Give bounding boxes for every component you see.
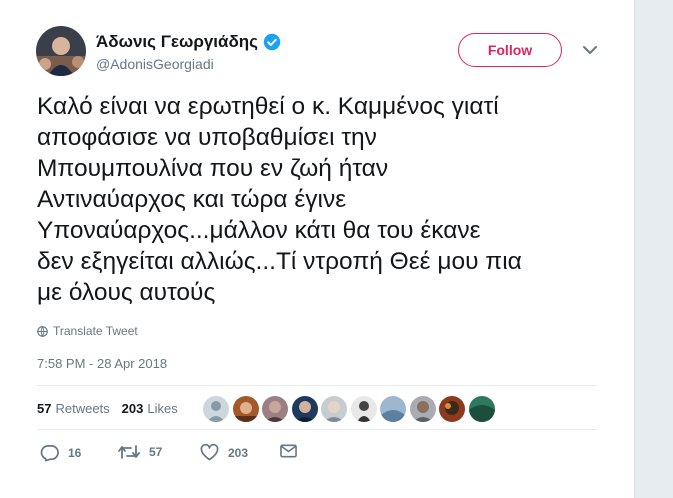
liker-avatar[interactable] <box>291 396 318 422</box>
liker-avatar[interactable] <box>321 396 347 422</box>
tweet-text-line: Υποναύαρχος...μάλλον κάτι θα του έκανε <box>37 217 481 244</box>
retweet-icon <box>118 445 140 459</box>
tweet-text-line: δεν εξηγείται αλλιώς...Τί ντροπή Θεέ μου… <box>37 248 522 275</box>
retweet-count: 57 <box>149 445 163 459</box>
tweet-text-line: Αντιναύαρχος και τώρα έγινε <box>37 186 347 213</box>
translate-tweet-link[interactable]: Translate Tweet <box>37 324 138 338</box>
retweets-count: 57 <box>37 401 52 416</box>
liker-avatar[interactable] <box>232 396 259 422</box>
retweets-label: Retweets <box>55 401 110 416</box>
likers-avatars <box>203 396 498 422</box>
liker-avatar[interactable] <box>439 396 465 422</box>
likes-stat[interactable]: 203 Likes <box>122 401 178 416</box>
tweet-text-line: Μπουμπουλίνα που εν ζωή ήταν <box>37 155 389 182</box>
globe-icon <box>37 325 48 337</box>
author-name-row: Άδωνις Γεωργιάδης <box>96 31 281 53</box>
envelope-icon <box>280 444 297 458</box>
liker-avatar[interactable] <box>262 396 288 422</box>
tweet-text-line: Καλό είναι να ερωτηθεί ο κ. Καμμένος για… <box>37 93 499 120</box>
divider <box>37 385 597 386</box>
translate-label: Translate Tweet <box>53 324 138 338</box>
direct-message-action[interactable] <box>280 444 306 458</box>
tweet-text-line: με όλους αυτούς <box>37 279 216 306</box>
page-gutter <box>634 0 673 498</box>
tweet-text-line: αποφάσισε να υποβαθμίσει την <box>37 124 377 151</box>
liker-avatar[interactable] <box>409 396 436 422</box>
retweets-stat[interactable]: 57 Retweets <box>37 401 110 416</box>
liker-avatar[interactable] <box>203 396 229 422</box>
tweet-card: Άδωνις Γεωργιάδης @AdonisGeorgiadi Follo… <box>0 0 634 498</box>
reply-count: 16 <box>68 446 82 460</box>
tweet-timestamp[interactable]: 7:58 PM - 28 Apr 2018 <box>37 356 167 371</box>
liker-avatar[interactable] <box>380 396 406 422</box>
chevron-down-icon[interactable] <box>582 44 598 56</box>
like-count: 203 <box>228 445 249 460</box>
like-action[interactable]: 203 <box>200 444 248 461</box>
liker-avatar[interactable] <box>350 396 377 422</box>
likes-label: Likes <box>147 401 178 416</box>
follow-button[interactable]: Follow <box>458 33 562 67</box>
author-display-name[interactable]: Άδωνις Γεωργιάδης <box>96 32 258 52</box>
tweet-text: Καλό είναι να ερωτηθεί ο κ. Καμμένος για… <box>37 91 597 308</box>
heart-icon <box>200 444 219 461</box>
liker-avatar[interactable] <box>468 396 495 422</box>
reply-action[interactable]: 16 <box>40 444 81 462</box>
divider <box>37 429 597 430</box>
page: Άδωνις Γεωργιάδης @AdonisGeorgiadi Follo… <box>0 0 673 498</box>
likes-count: 203 <box>121 401 144 416</box>
reply-icon <box>40 445 59 462</box>
tweet-stats: 57 Retweets 203 Likes <box>37 401 190 416</box>
verified-badge-icon <box>263 33 281 51</box>
author-avatar[interactable] <box>36 26 86 76</box>
retweet-action[interactable]: 57 <box>118 444 162 460</box>
author-handle[interactable]: @AdonisGeorgiadi <box>96 56 214 72</box>
